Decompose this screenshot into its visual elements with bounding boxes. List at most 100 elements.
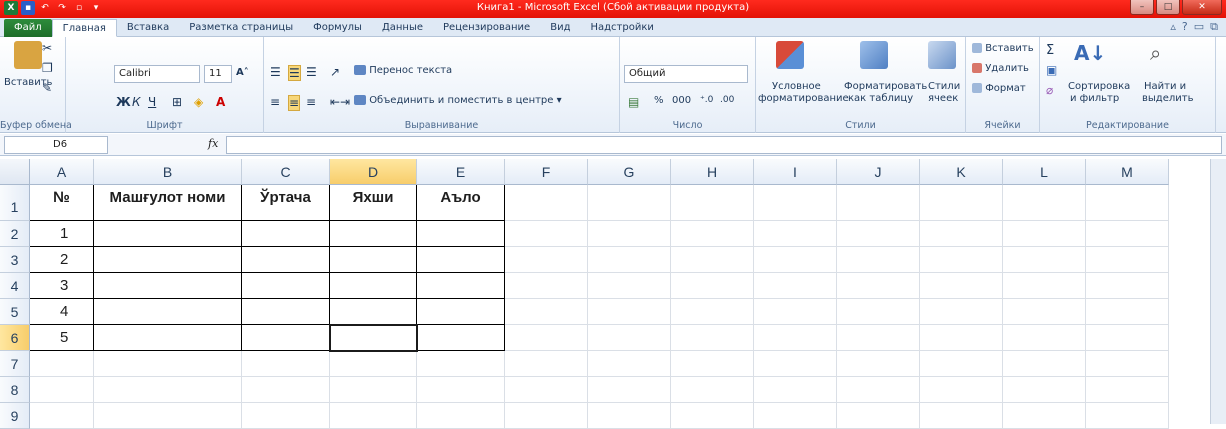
- cell-C4[interactable]: [242, 273, 330, 299]
- cell-I4[interactable]: [754, 273, 837, 299]
- cell-H8[interactable]: [671, 377, 754, 403]
- fill-icon[interactable]: ▣: [1046, 63, 1057, 77]
- cell-G8[interactable]: [588, 377, 671, 403]
- cell-M5[interactable]: [1086, 299, 1169, 325]
- cell-styles-icon[interactable]: [928, 41, 956, 69]
- cell-G7[interactable]: [588, 351, 671, 377]
- cell-C3[interactable]: [242, 247, 330, 273]
- insert-cells-button[interactable]: Вставить: [972, 43, 1034, 54]
- cell-J5[interactable]: [837, 299, 920, 325]
- cell-M7[interactable]: [1086, 351, 1169, 377]
- cell-F8[interactable]: [505, 377, 588, 403]
- cell-A7[interactable]: [30, 351, 94, 377]
- underline-button[interactable]: Ч: [148, 95, 156, 109]
- cell-K3[interactable]: [920, 247, 1003, 273]
- cell-M9[interactable]: [1086, 403, 1169, 429]
- cell-M2[interactable]: [1086, 221, 1169, 247]
- cell-A3[interactable]: 2: [30, 247, 94, 273]
- cell-C7[interactable]: [242, 351, 330, 377]
- row-header[interactable]: 5: [0, 299, 30, 325]
- align-middle-icon[interactable]: ☰: [288, 65, 301, 81]
- cell-B7[interactable]: [94, 351, 242, 377]
- column-header[interactable]: F: [505, 159, 588, 185]
- autosum-icon[interactable]: Σ: [1046, 43, 1054, 58]
- delete-cells-button[interactable]: Удалить: [972, 63, 1029, 74]
- fill-color-icon[interactable]: ◈: [194, 95, 203, 109]
- font-color-icon[interactable]: A: [216, 95, 225, 109]
- column-header[interactable]: J: [837, 159, 920, 185]
- collapse-ribbon-icon[interactable]: ▵: [1170, 20, 1176, 34]
- merge-center-button[interactable]: Объединить и поместить в центре ▾: [354, 95, 562, 106]
- cell-F2[interactable]: [505, 221, 588, 247]
- cell-E7[interactable]: [417, 351, 505, 377]
- sort-filter-line2[interactable]: и фильтр: [1070, 93, 1119, 104]
- cell-K1[interactable]: [920, 185, 1003, 221]
- close-button[interactable]: ✕: [1182, 0, 1222, 15]
- cell-L9[interactable]: [1003, 403, 1086, 429]
- cell-H5[interactable]: [671, 299, 754, 325]
- cell-D1[interactable]: Яхши: [330, 185, 417, 221]
- cell-F9[interactable]: [505, 403, 588, 429]
- cell-G5[interactable]: [588, 299, 671, 325]
- row-header[interactable]: 3: [0, 247, 30, 273]
- ribbon-tab[interactable]: Главная: [51, 19, 117, 37]
- cell-J1[interactable]: [837, 185, 920, 221]
- name-box[interactable]: D6: [4, 136, 108, 154]
- restore-workbook-icon[interactable]: ▭: [1194, 20, 1204, 34]
- cell-L7[interactable]: [1003, 351, 1086, 377]
- align-bottom-icon[interactable]: ☰: [306, 65, 317, 79]
- paste-icon[interactable]: [14, 41, 42, 69]
- clear-icon[interactable]: ⌀: [1046, 83, 1053, 97]
- cell-G1[interactable]: [588, 185, 671, 221]
- cut-icon[interactable]: ✂: [42, 41, 52, 55]
- cell-D4[interactable]: [330, 273, 417, 299]
- font-name-select[interactable]: Calibri: [114, 65, 200, 83]
- thousands-button[interactable]: 000: [672, 95, 691, 106]
- cell-D9[interactable]: [330, 403, 417, 429]
- column-header[interactable]: K: [920, 159, 1003, 185]
- cell-H6[interactable]: [671, 325, 754, 351]
- find-select-line1[interactable]: Найти и: [1144, 81, 1186, 92]
- cell-I2[interactable]: [754, 221, 837, 247]
- cell-I5[interactable]: [754, 299, 837, 325]
- cell-L6[interactable]: [1003, 325, 1086, 351]
- cell-J2[interactable]: [837, 221, 920, 247]
- format-cells-button[interactable]: Формат: [972, 83, 1026, 94]
- cell-F6[interactable]: [505, 325, 588, 351]
- column-header[interactable]: A: [30, 159, 94, 185]
- conditional-formatting-icon[interactable]: [776, 41, 804, 69]
- cell-L3[interactable]: [1003, 247, 1086, 273]
- sort-filter-line1[interactable]: Сортировка: [1068, 81, 1130, 92]
- italic-button[interactable]: К: [132, 95, 141, 109]
- ribbon-tab[interactable]: Вид: [540, 19, 580, 37]
- cell-A5[interactable]: 4: [30, 299, 94, 325]
- wrap-text-button[interactable]: Перенос текста: [354, 65, 452, 76]
- maximize-button[interactable]: □: [1156, 0, 1180, 15]
- align-right-icon[interactable]: ≡: [306, 95, 316, 109]
- column-header[interactable]: M: [1086, 159, 1169, 185]
- cell-D7[interactable]: [330, 351, 417, 377]
- cell-L2[interactable]: [1003, 221, 1086, 247]
- bold-button[interactable]: Ж: [116, 95, 131, 109]
- formula-input[interactable]: [226, 136, 1222, 154]
- cell-K4[interactable]: [920, 273, 1003, 299]
- increase-decimal-icon[interactable]: ⁺.0: [700, 95, 713, 105]
- align-top-icon[interactable]: ☰: [270, 65, 281, 79]
- cell-G2[interactable]: [588, 221, 671, 247]
- format-as-table-line1[interactable]: Форматировать: [844, 81, 927, 92]
- cell-A4[interactable]: 3: [30, 273, 94, 299]
- insert-function-icon[interactable]: fx: [208, 137, 218, 150]
- cell-A8[interactable]: [30, 377, 94, 403]
- percent-button[interactable]: %: [654, 95, 664, 106]
- cell-H9[interactable]: [671, 403, 754, 429]
- cell-J7[interactable]: [837, 351, 920, 377]
- cell-F7[interactable]: [505, 351, 588, 377]
- cell-E2[interactable]: [417, 221, 505, 247]
- cell-J4[interactable]: [837, 273, 920, 299]
- cell-C6[interactable]: [242, 325, 330, 351]
- cell-M8[interactable]: [1086, 377, 1169, 403]
- orientation-icon[interactable]: ↗: [330, 65, 340, 79]
- cell-D5[interactable]: [330, 299, 417, 325]
- cell-H3[interactable]: [671, 247, 754, 273]
- cell-F4[interactable]: [505, 273, 588, 299]
